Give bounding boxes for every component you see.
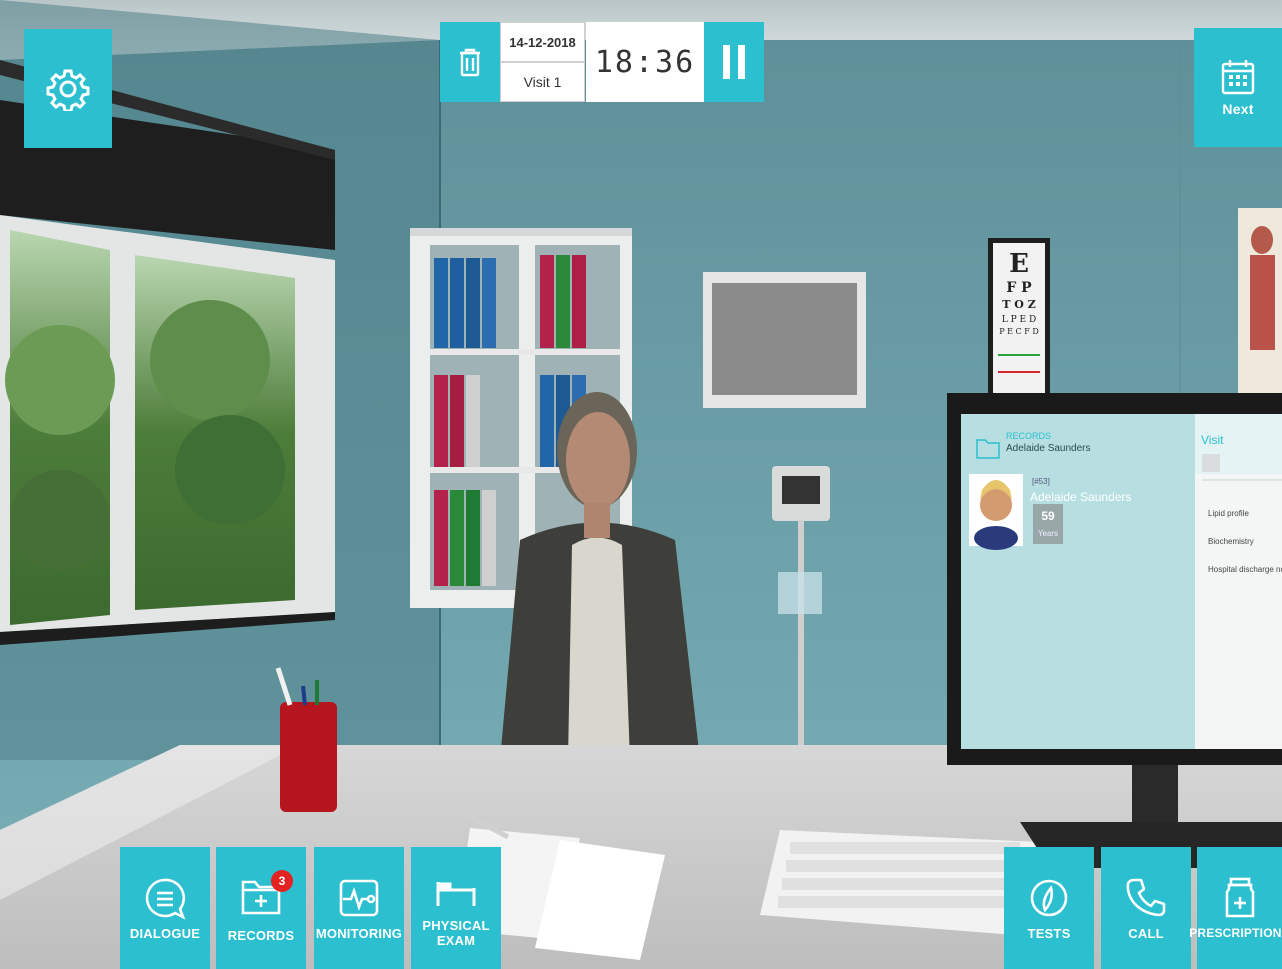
- monitor-record-1: Lipid profile: [1208, 509, 1249, 518]
- tests-label: TESTS: [1027, 925, 1071, 941]
- calendar-icon: [1221, 60, 1255, 95]
- monitor-age-unit: Years: [1037, 529, 1059, 538]
- prescriptions-button[interactable]: PRESCRIPTIONS: [1189, 847, 1282, 969]
- next-label: Next: [1222, 101, 1254, 117]
- delete-visit-button[interactable]: [440, 22, 500, 102]
- svg-text:L P E D: L P E D: [1002, 315, 1036, 325]
- monitoring-label: MONITORING: [315, 925, 403, 941]
- records-button[interactable]: 3 RECORDS: [216, 847, 306, 969]
- call-label: CALL: [1128, 925, 1164, 941]
- dialogue-label: DIALOGUE: [129, 925, 201, 941]
- monitor-visit-tab: Visit: [1201, 433, 1224, 447]
- svg-text:F P: F P: [1006, 280, 1032, 296]
- physical-exam-label: PHYSICAL EXAM: [422, 918, 490, 948]
- clock-text: 18:36: [594, 44, 696, 80]
- clinic-scene: E F P T O Z L P E D P E C F D: [0, 0, 1282, 969]
- flask-gauge-icon: [1030, 879, 1068, 916]
- dialogue-button[interactable]: DIALOGUE: [120, 847, 210, 969]
- speech-bubble-icon: [145, 878, 186, 920]
- monitor-record-3: Hospital discharge not: [1208, 565, 1282, 574]
- call-button[interactable]: CALL: [1101, 847, 1191, 969]
- monitor-record-2: Biochemistry: [1208, 537, 1254, 546]
- svg-text:E: E: [1009, 249, 1029, 279]
- monitoring-button[interactable]: MONITORING: [314, 847, 404, 969]
- next-button[interactable]: Next: [1194, 28, 1282, 147]
- monitor-age-value: 59: [1041, 509, 1055, 523]
- phone-icon: [1126, 878, 1166, 916]
- trash-icon: [460, 48, 480, 77]
- monitor-patient-header: Adelaide Saunders: [1006, 443, 1091, 454]
- monitor-patient-name: Adelaide Saunders: [1030, 490, 1132, 504]
- pause-button[interactable]: [704, 22, 764, 102]
- settings-button[interactable]: [24, 29, 112, 148]
- medicine-bottle-icon: [1225, 877, 1254, 917]
- gear-icon: [46, 69, 90, 111]
- exam-bed-icon: [436, 882, 476, 906]
- prescriptions-label: PRESCRIPTIONS: [1189, 925, 1282, 940]
- records-label: RECORDS: [227, 927, 295, 943]
- monitor-section-title: RECORDS: [1006, 431, 1052, 441]
- heart-monitor-icon: [339, 879, 379, 916]
- records-count-badge: 3: [271, 869, 293, 892]
- session-date: 14-12-2018: [500, 22, 585, 62]
- svg-text:P E C F D: P E C F D: [999, 327, 1038, 336]
- svg-text:T O Z: T O Z: [1002, 298, 1035, 311]
- tests-button[interactable]: TESTS: [1004, 847, 1094, 969]
- records-icon-wrap: 3: [239, 869, 293, 922]
- session-clock: 18:36: [586, 22, 704, 102]
- date-text: 14-12-2018: [509, 34, 576, 50]
- session-visit: Visit 1: [500, 62, 585, 102]
- visit-text: Visit 1: [523, 74, 562, 90]
- physical-exam-button[interactable]: PHYSICAL EXAM: [411, 847, 501, 969]
- monitor-patient-id: [#53]: [1032, 477, 1050, 486]
- pause-icon: [723, 45, 745, 79]
